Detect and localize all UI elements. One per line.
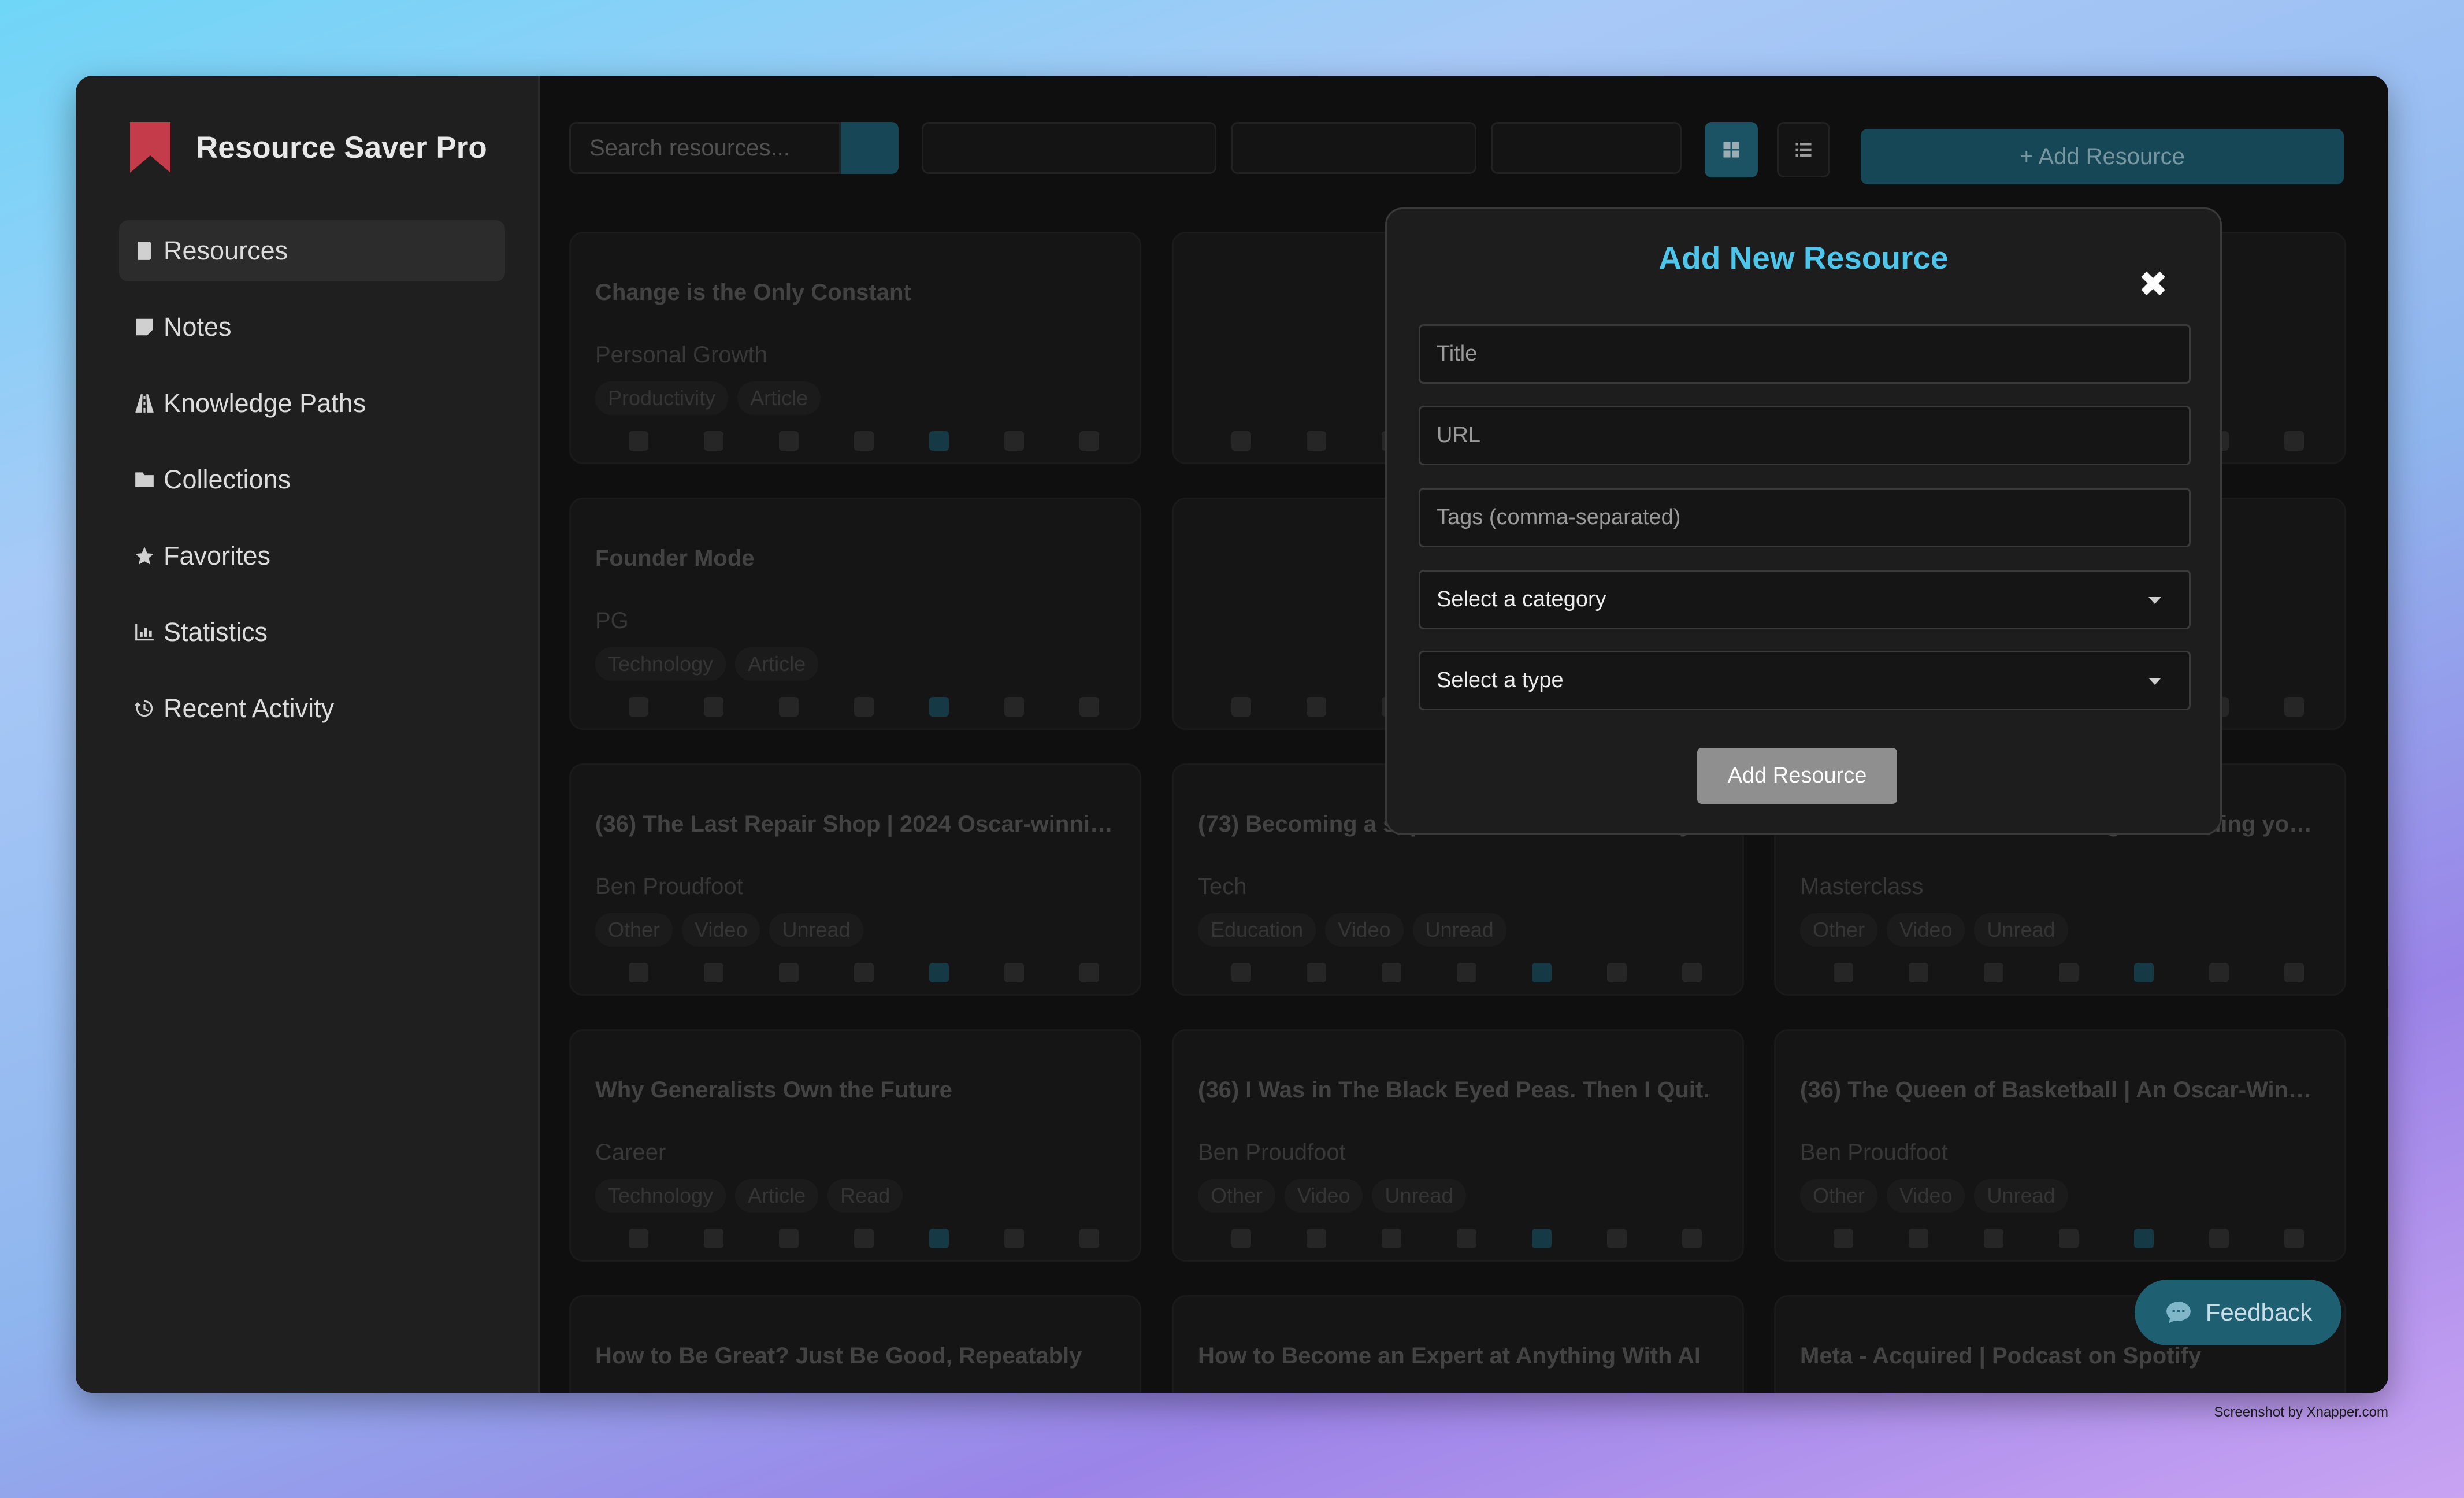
- history-icon: [134, 700, 153, 717]
- sidebar-item-label: Knowledge Paths: [164, 388, 366, 418]
- sidebar-item-label: Favorites: [164, 541, 271, 570]
- sidebar-item-label: Collections: [164, 465, 291, 494]
- sidebar-item-knowledge-paths[interactable]: Knowledge Paths: [119, 373, 505, 434]
- sidebar-item-label: Statistics: [164, 617, 268, 647]
- chevron-down-icon: [2148, 678, 2161, 685]
- title-input[interactable]: Title: [1419, 324, 2191, 384]
- category-select[interactable]: Select a category: [1419, 570, 2191, 629]
- chevron-down-icon: [2148, 597, 2161, 604]
- feedback-label: Feedback: [2205, 1299, 2313, 1326]
- star-icon: [135, 547, 154, 565]
- bookmark-logo-icon: [130, 122, 170, 173]
- book-icon: [138, 242, 151, 260]
- submit-resource-button[interactable]: Add Resource: [1697, 748, 1897, 804]
- sidebar-item-label: Resources: [164, 236, 288, 265]
- road-icon: [135, 394, 154, 413]
- chat-bubble-icon: [2166, 1302, 2191, 1323]
- sidebar-item-recent-activity[interactable]: Recent Activity: [119, 678, 505, 739]
- sidebar: Resource Saver Pro Resources Notes Knowl…: [76, 76, 540, 1393]
- sidebar-item-statistics[interactable]: Statistics: [119, 602, 505, 663]
- app-window: Resource Saver Pro Resources Notes Knowl…: [76, 76, 2388, 1393]
- close-icon[interactable]: ✖: [2138, 267, 2168, 303]
- sticky-note-icon: [136, 318, 153, 336]
- category-select-value: Select a category: [1437, 587, 1606, 611]
- add-resource-modal: Add New Resource ✖ Title URL Tags (comma…: [1385, 207, 2222, 835]
- modal-title: Add New Resource: [1658, 240, 1949, 276]
- url-input[interactable]: URL: [1419, 406, 2191, 465]
- feedback-button[interactable]: Feedback: [2135, 1280, 2341, 1345]
- brand: Resource Saver Pro: [128, 120, 487, 175]
- type-select-value: Select a type: [1437, 668, 1564, 692]
- tags-input[interactable]: Tags (comma-separated): [1419, 488, 2191, 547]
- type-select[interactable]: Select a type: [1419, 651, 2191, 710]
- sidebar-item-resources[interactable]: Resources: [119, 220, 505, 281]
- sidebar-nav: Resources Notes Knowledge Paths Collecti…: [119, 220, 505, 754]
- app-title: Resource Saver Pro: [196, 130, 487, 165]
- folder-icon: [135, 472, 154, 487]
- sidebar-item-notes[interactable]: Notes: [119, 296, 505, 358]
- sidebar-item-favorites[interactable]: Favorites: [119, 525, 505, 587]
- chart-icon: [135, 624, 154, 641]
- sidebar-item-collections[interactable]: Collections: [119, 449, 505, 510]
- screenshot-credit: Screenshot by Xnapper.com: [2214, 1404, 2388, 1420]
- sidebar-item-label: Notes: [164, 312, 232, 342]
- main-content: Search resources... + Add Resource Chang…: [540, 76, 2388, 1393]
- sidebar-item-label: Recent Activity: [164, 694, 335, 723]
